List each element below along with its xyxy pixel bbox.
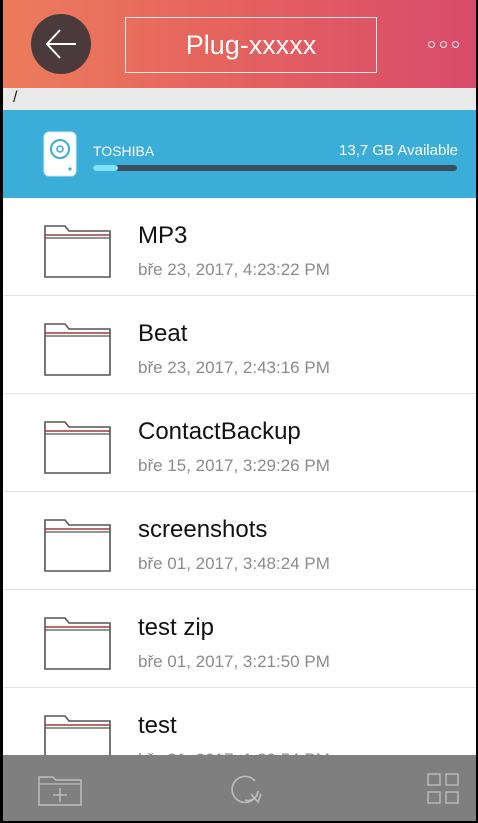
file-list-item[interactable]: Beat bře 23, 2017, 2:43:16 PM <box>3 296 476 394</box>
file-list-item[interactable]: MP3 bře 23, 2017, 4:23:22 PM <box>3 198 476 296</box>
more-dot <box>440 41 447 48</box>
file-date: bře 23, 2017, 4:23:22 PM <box>138 260 330 279</box>
file-list-item[interactable]: test zip bře 01, 2017, 3:21:50 PM <box>3 590 476 688</box>
refresh-icon[interactable] <box>225 769 265 809</box>
storage-name: TOSHIBA <box>93 143 155 159</box>
hard-drive-icon <box>43 131 77 177</box>
folder-icon <box>44 617 111 670</box>
file-date: bře 01, 2017, 3:21:50 PM <box>138 652 330 671</box>
storage-usage-fill <box>93 165 119 171</box>
file-list: MP3 bře 23, 2017, 4:23:22 PM Beat bře 23, 2… <box>3 198 476 786</box>
back-arrow-icon <box>45 29 76 59</box>
more-dot <box>428 41 435 48</box>
folder-icon <box>44 519 111 572</box>
file-date: bře 15, 2017, 3:29:26 PM <box>138 456 330 475</box>
folder-icon <box>44 225 111 278</box>
more-options-icon[interactable] <box>426 36 462 56</box>
folder-icon <box>44 421 111 474</box>
file-list-item[interactable]: ContactBackup bře 15, 2017, 3:29:26 PM <box>3 394 476 492</box>
back-button[interactable] <box>31 14 91 74</box>
folder-icon <box>44 323 111 376</box>
file-date: bře 01, 2017, 3:48:24 PM <box>138 554 330 573</box>
file-name: screenshots <box>138 516 268 543</box>
header-bar: Plug-xxxxx <box>3 0 476 88</box>
file-name: test <box>138 712 177 739</box>
more-dot <box>452 41 459 48</box>
file-name: MP3 <box>138 222 188 249</box>
path-breadcrumb: / <box>3 88 476 110</box>
storage-usage-bar <box>93 165 457 171</box>
file-name: ContactBackup <box>138 418 301 445</box>
file-list-item[interactable]: screenshots bře 01, 2017, 3:48:24 PM <box>3 492 476 590</box>
file-date: bře 23, 2017, 2:43:16 PM <box>138 358 330 377</box>
device-title: Plug-xxxxx <box>125 17 377 73</box>
grid-view-icon[interactable] <box>427 773 461 805</box>
storage-available: 13,7 GB Available <box>339 142 458 159</box>
file-name: Beat <box>138 320 188 347</box>
bottom-toolbar <box>3 755 476 821</box>
current-path: / <box>13 89 18 106</box>
file-name: test zip <box>138 614 215 641</box>
new-folder-icon[interactable] <box>37 771 83 807</box>
app-frame: Plug-xxxxx / TOSHIBA 13,7 GB Available M… <box>0 0 478 823</box>
